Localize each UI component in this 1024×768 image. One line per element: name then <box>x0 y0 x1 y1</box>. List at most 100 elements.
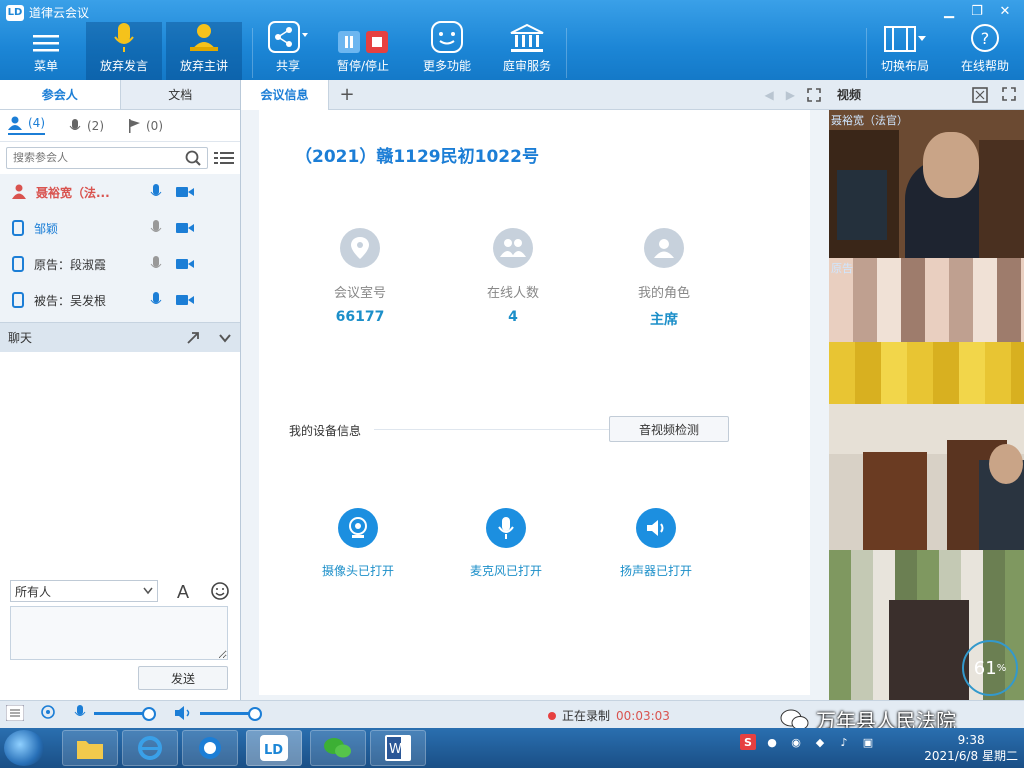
give-up-host-button[interactable]: 放弃主讲 <box>166 22 242 80</box>
network-icon[interactable]: ◉ <box>788 734 804 750</box>
filter-speaking[interactable]: (2) <box>69 118 104 133</box>
video-panel-header: 视频 <box>829 80 1024 110</box>
speaker-icon[interactable] <box>174 705 192 721</box>
pause-icon[interactable] <box>338 31 360 53</box>
add-tab-icon[interactable]: + <box>335 84 359 105</box>
camera-icon[interactable] <box>176 294 194 306</box>
microphone-icon <box>113 23 135 53</box>
flag-icon <box>129 118 140 133</box>
video-feed-4[interactable]: 61% <box>829 550 1024 700</box>
search-input[interactable] <box>13 152 163 164</box>
minimize-icon[interactable]: ▁ <box>936 2 962 20</box>
taskbar-meeting-app[interactable]: LD <box>246 730 302 766</box>
participant-item[interactable]: 被告：吴发根 <box>0 282 240 318</box>
record-control-button[interactable]: 暂停/停止 <box>330 22 396 80</box>
microphone-icon[interactable] <box>486 508 526 548</box>
center-panel: 会议信息 + ◀ ▶ （2021）赣1129民初1022号 会议室号 66177… <box>241 79 829 700</box>
microphone-icon[interactable] <box>150 292 162 308</box>
speaker-volume-slider[interactable] <box>200 706 262 721</box>
search-icon[interactable] <box>185 150 201 166</box>
camera-icon[interactable] <box>176 186 194 198</box>
chat-input[interactable] <box>10 606 228 660</box>
left-tabs: 参会人 文档 <box>0 80 240 110</box>
app-title-text: 道律云会议 <box>29 6 90 20</box>
video-feed-judge[interactable]: 聂裕宽（法官） <box>829 110 1024 258</box>
menu-button[interactable]: 菜单 <box>18 22 74 80</box>
camera-icon[interactable] <box>176 222 194 234</box>
microphone-status: 麦克风已打开 <box>451 508 561 579</box>
participant-filters: (4) (2) (0) <box>0 110 240 142</box>
expand-icon[interactable] <box>807 87 821 102</box>
participant-name: 原告：段淑霞 <box>34 257 107 272</box>
more-features-button[interactable]: 更多功能 <box>414 21 480 80</box>
microphone-icon[interactable] <box>74 705 86 721</box>
online-help-button[interactable]: ? 在线帮助 <box>952 22 1018 80</box>
clock-date: 2021/6/8 星期二 <box>924 749 1018 763</box>
video-panel-title: 视频 <box>837 88 862 102</box>
stop-icon[interactable] <box>366 31 388 53</box>
taskbar-explorer[interactable] <box>62 730 118 766</box>
chevron-down-icon[interactable] <box>218 331 232 345</box>
restore-icon[interactable]: ❐ <box>964 2 990 20</box>
expand-icon[interactable] <box>1002 86 1016 101</box>
tab-documents[interactable]: 文档 <box>120 80 240 109</box>
taskbar-ie[interactable] <box>122 730 178 766</box>
help-icon: ? <box>970 23 1000 53</box>
list-toggle-icon[interactable] <box>6 705 24 721</box>
share-button[interactable]: 共享 <box>260 21 316 80</box>
font-icon[interactable]: A <box>175 582 193 600</box>
webcam-icon[interactable] <box>338 508 378 548</box>
microphone-icon[interactable] <box>150 184 162 200</box>
court-service-button[interactable]: 庭审服务 <box>494 22 560 80</box>
taskbar-word[interactable]: W <box>370 730 426 766</box>
microphone-icon[interactable] <box>150 256 162 272</box>
start-button[interactable] <box>4 730 44 766</box>
recipient-select[interactable]: 所有人 <box>10 580 158 602</box>
center-tabs: 会议信息 + ◀ ▶ <box>241 79 829 110</box>
video-feed-plaintiff[interactable]: 原告 <box>829 258 1024 404</box>
group-icon <box>493 228 533 268</box>
chevron-right-icon[interactable]: ▶ <box>786 88 795 102</box>
camera-icon[interactable] <box>40 705 56 721</box>
list-menu-icon[interactable] <box>214 150 234 166</box>
taskbar-wechat[interactable] <box>310 730 366 766</box>
participant-name: 聂裕宽（法... <box>36 185 110 200</box>
video-feed-3[interactable] <box>829 404 1024 550</box>
send-button[interactable]: 发送 <box>138 666 228 690</box>
filter-raised-hand[interactable]: (0) <box>128 118 163 133</box>
mic-volume-slider[interactable] <box>94 706 156 721</box>
tab-meeting-info[interactable]: 会议信息 <box>241 79 329 110</box>
chevron-left-icon[interactable]: ◀ <box>765 88 774 102</box>
microphone-icon[interactable] <box>150 220 162 236</box>
taskbar-browser[interactable] <box>182 730 238 766</box>
close-icon[interactable]: ✕ <box>992 2 1018 20</box>
app-logo: LD <box>6 4 24 21</box>
wechat-tray-icon[interactable]: ● <box>764 734 780 750</box>
input-method-icon[interactable]: S <box>740 734 756 750</box>
speaker-icon[interactable] <box>636 508 676 548</box>
system-clock[interactable]: 9:38 2021/6/8 星期二 <box>924 732 1018 764</box>
popout-icon[interactable] <box>186 331 200 345</box>
notification-icon[interactable]: ▣ <box>860 734 876 750</box>
av-check-button[interactable]: 音视频检测 <box>609 416 729 442</box>
filter-all-people[interactable]: (4) <box>8 116 45 135</box>
shield-icon[interactable]: ◆ <box>812 734 828 750</box>
tab-participants[interactable]: 参会人 <box>0 80 121 109</box>
switch-layout-button[interactable]: 切换布局 <box>872 22 938 80</box>
chat-toolbar: 所有人 A <box>0 578 240 604</box>
emoji-icon[interactable] <box>210 581 230 601</box>
camera-icon[interactable] <box>176 258 194 270</box>
volume-icon[interactable]: ♪ <box>836 734 852 750</box>
participant-item[interactable]: 原告：段淑霞 <box>0 246 240 282</box>
presenter-icon <box>188 23 220 53</box>
svg-text:?: ? <box>981 29 990 48</box>
participant-item[interactable]: 邹颖 <box>0 210 240 246</box>
title-bar: LD 道律云会议 ▁ ❐ ✕ 菜单 放弃发言 放弃主讲 共享 暂停/停止 更多功… <box>0 0 1024 80</box>
speaker-volume-control <box>174 705 262 721</box>
phone-icon <box>12 220 24 236</box>
give-up-speak-button[interactable]: 放弃发言 <box>86 22 162 80</box>
fit-screen-icon[interactable] <box>972 86 988 103</box>
my-role-info: 我的角色 主席 <box>609 228 719 329</box>
participant-item[interactable]: 聂裕宽（法... <box>0 174 240 210</box>
meeting-info-card: （2021）赣1129民初1022号 会议室号 66177 在线人数 4 我的角… <box>259 110 810 695</box>
